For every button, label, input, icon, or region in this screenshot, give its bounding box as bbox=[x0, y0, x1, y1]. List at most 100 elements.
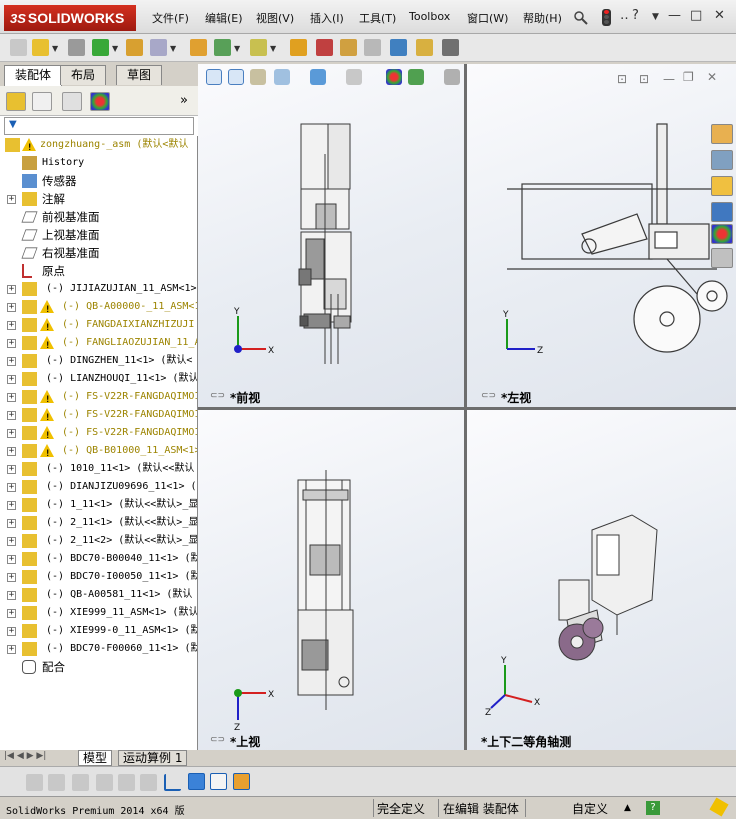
tree-item[interactable]: 传感器 bbox=[0, 172, 197, 190]
show-hidden-icon[interactable] bbox=[190, 39, 207, 56]
assembly-features-icon[interactable] bbox=[214, 39, 231, 56]
tree-item[interactable]: History bbox=[0, 154, 197, 172]
tree-item[interactable]: + (-) BDC70-F00060_11<1> (默 bbox=[0, 640, 197, 658]
restore-button[interactable]: □ bbox=[690, 8, 702, 23]
feature-tree-tab-icon[interactable] bbox=[6, 92, 26, 111]
viewport-restore-icon[interactable]: ❐ bbox=[683, 70, 694, 84]
view-link-icon[interactable]: ⊂⊃ bbox=[210, 735, 225, 745]
mate-icon[interactable] bbox=[68, 39, 85, 56]
expand-toggle-icon[interactable]: + bbox=[7, 375, 16, 384]
custom-properties-icon[interactable] bbox=[711, 248, 733, 268]
expand-toggle-icon[interactable]: + bbox=[7, 195, 16, 204]
previous-view-icon[interactable] bbox=[250, 69, 266, 85]
tree-item[interactable]: 配合 bbox=[0, 658, 197, 674]
expand-toggle-icon[interactable]: + bbox=[7, 645, 16, 654]
tree-item[interactable]: + (-) DINGZHEN_11<1> (默认< bbox=[0, 352, 197, 370]
menu-help[interactable]: 帮助(H) bbox=[523, 10, 562, 26]
tree-item[interactable]: + (-) FS-V22R-FANGDAQIMOI bbox=[0, 424, 197, 442]
section-view-icon[interactable] bbox=[274, 69, 290, 85]
configuration-manager-tab-icon[interactable] bbox=[62, 92, 82, 111]
expand-toggle-icon[interactable]: + bbox=[7, 573, 16, 582]
tree-item[interactable]: + (-) FANGDAIXIANZHIZUJI bbox=[0, 316, 197, 334]
tree-item[interactable]: + (-) XIE999-0_11_ASM<1> (默 bbox=[0, 622, 197, 640]
tree-item[interactable]: + (-) FANGLIAOZUJIAN_11_A bbox=[0, 334, 197, 352]
tree-item[interactable]: 上视基准面 bbox=[0, 226, 197, 244]
viewport-link-views-icon[interactable]: ⊡ bbox=[639, 72, 649, 86]
zoom-to-area-icon[interactable] bbox=[228, 69, 244, 85]
tree-item[interactable]: + (-) BDC70-I00050_11<1> (默 bbox=[0, 568, 197, 586]
viewport-close-icon[interactable]: ✕ bbox=[707, 70, 717, 84]
view-settings-icon[interactable] bbox=[444, 69, 460, 85]
explode-line-sketch-icon[interactable] bbox=[364, 39, 381, 56]
tree-item[interactable]: + (-) QB-A00000-_11_ASM<1 bbox=[0, 298, 197, 316]
linear-pattern-icon[interactable] bbox=[92, 39, 109, 56]
bill-of-materials-icon[interactable] bbox=[316, 39, 333, 56]
render-icon[interactable] bbox=[233, 773, 250, 790]
quick-tips-icon[interactable]: ? bbox=[646, 801, 660, 815]
move-component-icon[interactable] bbox=[150, 39, 167, 56]
tree-filter-input[interactable]: ▼ bbox=[4, 117, 194, 135]
menu-tools[interactable]: 工具(T) bbox=[359, 10, 396, 26]
tree-item[interactable]: + (-) QB-A00581_11<1> (默认 bbox=[0, 586, 197, 604]
table-icon[interactable] bbox=[210, 773, 227, 790]
tree-item[interactable]: + (-) 1010_11<1> (默认<<默认 bbox=[0, 460, 197, 478]
expand-toggle-icon[interactable]: + bbox=[7, 591, 16, 600]
units-menu-arrow-icon[interactable]: ▲ bbox=[624, 803, 631, 813]
expand-toggle-icon[interactable]: + bbox=[7, 465, 16, 474]
viewport-tile-icon[interactable]: ⊡ bbox=[617, 72, 627, 86]
tree-item[interactable]: + (-) QB-B01000_11_ASM<1> bbox=[0, 442, 197, 460]
tree-root-assembly[interactable]: zongzhuang-_asm (默认<默认 bbox=[0, 136, 197, 154]
expand-tabs-button[interactable]: » bbox=[180, 93, 188, 108]
edit-appearance-icon[interactable] bbox=[386, 69, 402, 85]
hole-alignment-icon[interactable] bbox=[442, 39, 459, 56]
solidworks-resources-icon[interactable] bbox=[711, 124, 733, 144]
viewport-left[interactable]: Y Z ⊡ ⊡ — ❐ ✕ ⊂⊃ *左视 bbox=[467, 64, 736, 407]
view-link-icon[interactable]: ⊂⊃ bbox=[210, 391, 225, 401]
viewport-front[interactable]: Y X ⊂⊃ *前视 bbox=[198, 64, 464, 407]
display-style-icon[interactable] bbox=[346, 69, 362, 85]
axis-icon[interactable] bbox=[164, 774, 181, 791]
expand-toggle-icon[interactable]: + bbox=[7, 429, 16, 438]
tree-item[interactable]: + (-) 2_11<2> (默认<<默认>_显 bbox=[0, 532, 197, 550]
filter-icon[interactable]: ▼ bbox=[9, 119, 17, 130]
expand-toggle-icon[interactable]: + bbox=[7, 393, 16, 402]
menu-toolbox[interactable]: Toolbox bbox=[409, 10, 450, 23]
tab-scroll-arrows[interactable]: |◀ ◀ ▶ ▶| bbox=[4, 751, 46, 761]
tab-model[interactable]: 模型 bbox=[78, 750, 113, 766]
expand-toggle-icon[interactable]: + bbox=[7, 285, 16, 294]
viewport-minimize-icon[interactable]: — bbox=[663, 72, 675, 86]
tree-item[interactable]: 右视基准面 bbox=[0, 244, 197, 262]
status-units[interactable]: 自定义 bbox=[572, 800, 608, 817]
minimize-button[interactable]: — bbox=[668, 8, 681, 23]
view-palette-icon[interactable] bbox=[711, 202, 733, 222]
clearance-verification-icon[interactable] bbox=[416, 39, 433, 56]
reference-geometry-icon[interactable] bbox=[250, 39, 267, 56]
tree-item[interactable]: + 注解 bbox=[0, 190, 197, 208]
edit-component-icon[interactable] bbox=[10, 39, 27, 56]
tab-layout[interactable]: 布局 bbox=[60, 65, 107, 85]
expand-toggle-icon[interactable]: + bbox=[7, 447, 16, 456]
zoom-to-fit-icon[interactable] bbox=[206, 69, 222, 85]
menu-file[interactable]: 文件(F) bbox=[152, 10, 189, 26]
tree-item[interactable]: 前视基准面 bbox=[0, 208, 197, 226]
insert-component-icon[interactable] bbox=[32, 39, 49, 56]
menu-view[interactable]: 视图(V) bbox=[256, 10, 294, 26]
close-button[interactable]: ✕ bbox=[714, 8, 725, 23]
dimension-icon[interactable] bbox=[140, 774, 157, 791]
viewport-isometric[interactable]: Y X Z *上下二等角轴测 bbox=[467, 410, 736, 750]
expand-toggle-icon[interactable]: + bbox=[7, 501, 16, 510]
solidworks-logo[interactable]: 3S SOLIDWORKS bbox=[4, 5, 136, 31]
pin-icon[interactable] bbox=[573, 10, 589, 26]
tree-item[interactable]: 原点 bbox=[0, 262, 197, 280]
exploded-view-icon[interactable] bbox=[340, 39, 357, 56]
tab-sketch[interactable]: 草图 bbox=[116, 65, 163, 85]
fillet-icon[interactable] bbox=[72, 774, 89, 791]
tree-item[interactable]: + (-) DIANJIZU09696_11<1> ( bbox=[0, 478, 197, 496]
tree-item[interactable]: + (-) 2_11<1> (默认<<默认>_显 bbox=[0, 514, 197, 532]
help-button[interactable]: ? bbox=[632, 8, 639, 23]
expand-toggle-icon[interactable]: + bbox=[7, 537, 16, 546]
property-manager-tab-icon[interactable] bbox=[32, 92, 52, 111]
tree-item[interactable]: + (-) 1_11<1> (默认<<默认>_显 bbox=[0, 496, 197, 514]
help-dropdown-icon[interactable]: ▼ bbox=[652, 12, 659, 22]
view-orientation-icon[interactable] bbox=[310, 69, 326, 85]
